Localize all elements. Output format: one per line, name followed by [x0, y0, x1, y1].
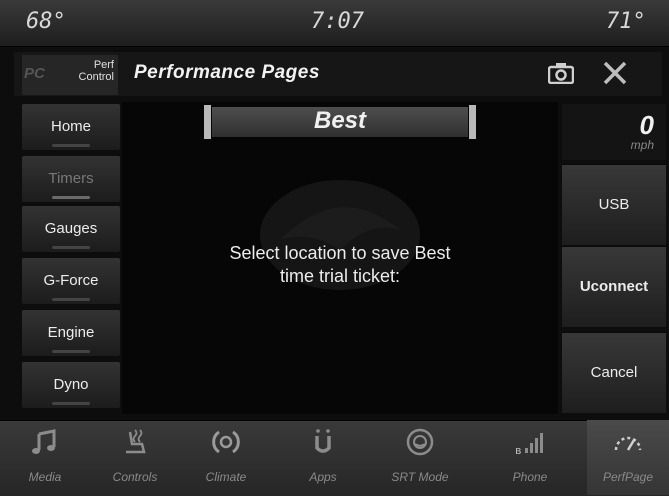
- gauge-icon: [614, 436, 642, 451]
- timer-selector-label: Best: [313, 107, 367, 134]
- tab-perfpage[interactable]: PerfPage: [587, 420, 669, 495]
- pc-logo-icon: PC: [24, 65, 45, 82]
- nav-timers-label: Timers: [48, 170, 94, 187]
- tab-apps[interactable]: Apps: [286, 420, 360, 495]
- music-note-icon: [32, 429, 56, 454]
- page-title: Performance Pages: [134, 62, 320, 83]
- nav-dyno[interactable]: Dyno: [22, 362, 120, 408]
- status-bar: 68° 7:07 71°: [0, 0, 669, 47]
- tab-climate-label: Climate: [205, 470, 247, 484]
- nav-engine-label: Engine: [47, 324, 95, 341]
- phone-signal-icon: ʙ: [515, 433, 543, 456]
- nav-timers: Timers: [22, 156, 120, 202]
- apps-icon: [315, 429, 331, 453]
- perf-control-label: Perf Control: [78, 59, 114, 83]
- nav-g-force-label: G-Force: [43, 272, 99, 289]
- climate-icon: [212, 430, 240, 454]
- tab-controls[interactable]: Controls: [98, 420, 172, 495]
- left-temperature[interactable]: 68°: [26, 9, 66, 34]
- clock: 7:07: [311, 9, 364, 34]
- usb-button-label: USB: [598, 196, 630, 213]
- nav-home-label: Home: [50, 118, 91, 135]
- svg-text:ʙ: ʙ: [515, 444, 521, 456]
- nav-engine[interactable]: Engine: [22, 310, 120, 356]
- nav-home[interactable]: Home: [22, 104, 120, 150]
- right-temperature[interactable]: 71°: [606, 9, 646, 34]
- speed-unit: mph: [630, 138, 654, 152]
- uconnect-button[interactable]: Uconnect: [562, 246, 666, 327]
- nav-gauges[interactable]: Gauges: [22, 206, 120, 252]
- seat-heat-icon: [126, 429, 146, 454]
- tab-srt-mode[interactable]: SRT Mode: [383, 420, 457, 495]
- uconnect-button-label: Uconnect: [579, 278, 649, 295]
- nav-g-force[interactable]: G-Force: [22, 258, 120, 304]
- tab-phone[interactable]: ʙ Phone: [493, 420, 567, 495]
- cancel-button[interactable]: Cancel: [562, 332, 666, 413]
- usb-button[interactable]: USB: [562, 164, 666, 245]
- save-location-prompt: Select location to save Best time trial …: [229, 243, 451, 286]
- tab-climate[interactable]: Climate: [189, 420, 263, 495]
- speed-value: 0: [639, 110, 654, 140]
- tab-apps-label: Apps: [309, 470, 337, 484]
- nav-dyno-label: Dyno: [53, 376, 89, 393]
- speed-readout: 0 mph: [562, 104, 666, 160]
- tab-perfpage-label: PerfPage: [602, 470, 654, 484]
- nav-gauges-label: Gauges: [44, 220, 98, 237]
- tab-media-label: Media: [28, 470, 62, 484]
- cancel-button-label: Cancel: [590, 364, 638, 381]
- close-icon[interactable]: [600, 58, 630, 88]
- tab-media[interactable]: Media: [8, 420, 82, 495]
- steering-wheel-icon: [406, 428, 434, 456]
- timer-selector[interactable]: Best: [204, 105, 476, 139]
- tab-controls-label: Controls: [112, 470, 158, 484]
- tab-phone-label: Phone: [512, 470, 548, 484]
- tab-srt-mode-label: SRT Mode: [391, 470, 449, 484]
- perf-control-button[interactable]: PC Perf Control: [22, 55, 118, 95]
- camera-icon[interactable]: [548, 62, 574, 84]
